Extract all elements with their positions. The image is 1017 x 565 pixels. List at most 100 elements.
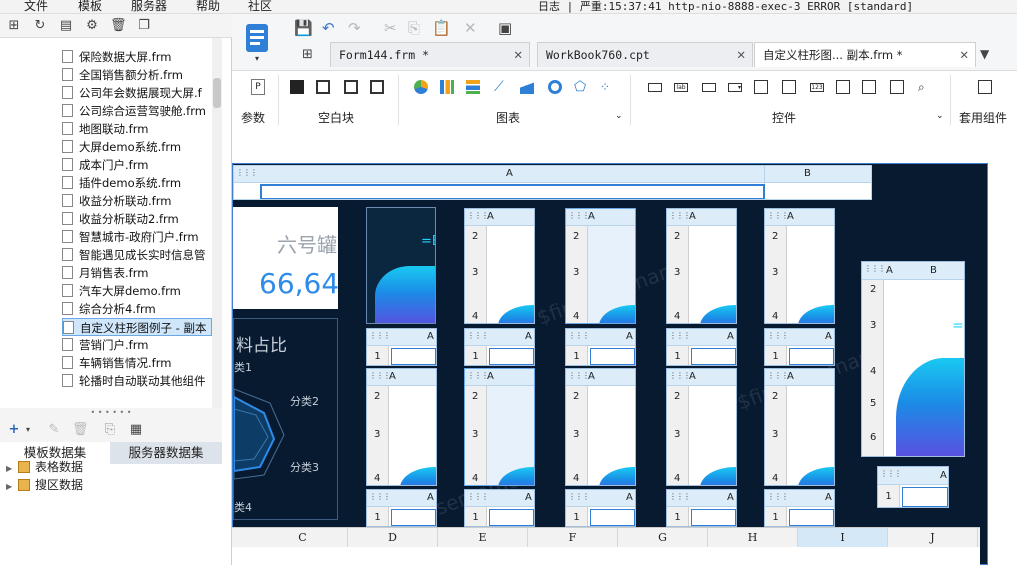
horizontal-bar-icon[interactable] bbox=[466, 80, 480, 94]
tree-item[interactable]: 地图联动.frm bbox=[62, 120, 148, 138]
log-label[interactable]: 日志 bbox=[538, 0, 560, 13]
date-widget-icon[interactable] bbox=[782, 80, 796, 94]
radar-chart-widget[interactable]: 料占比 类1 分类2 分类3 类4 bbox=[233, 318, 338, 520]
gauge-chart-icon[interactable] bbox=[548, 80, 562, 94]
file-tab-active[interactable]: 自定义柱形图... 副本.frm * ✕ bbox=[754, 42, 976, 67]
drag-handle[interactable]: ⋮⋮⋮ bbox=[568, 211, 590, 220]
copy-toolbar-icon[interactable]: ⎘ bbox=[408, 19, 420, 37]
number-widget-icon[interactable]: 123 bbox=[810, 83, 824, 92]
drag-handle[interactable]: ⋮⋮⋮ bbox=[669, 331, 691, 340]
drag-handle[interactable]: ⋮⋮⋮ bbox=[236, 168, 258, 177]
mini-report-widget[interactable]: ⋮⋮⋮ A2 3 4 bbox=[666, 368, 737, 486]
scrollbar-thumb[interactable] bbox=[213, 78, 221, 108]
tree-item[interactable]: 收益分析联动2.frm bbox=[62, 210, 179, 228]
close-icon[interactable]: ✕ bbox=[513, 43, 523, 68]
column-header[interactable]: I bbox=[798, 528, 888, 548]
tree-item[interactable]: 保险数据大屏.frm bbox=[62, 48, 171, 66]
menu-template[interactable]: 模板 bbox=[78, 0, 102, 14]
drag-handle[interactable]: ⋮⋮⋮ bbox=[369, 331, 391, 340]
tree-item[interactable]: 自定义柱形图例子 - 副本 bbox=[62, 318, 212, 336]
drag-handle[interactable]: ⋮⋮⋮ bbox=[767, 492, 789, 501]
tree-item[interactable]: 汽车大屏demo.frm bbox=[62, 282, 181, 300]
tab-block-icon[interactable] bbox=[344, 80, 358, 94]
panel-splitter[interactable]: • • • • • • bbox=[0, 408, 222, 418]
mini-report-widget[interactable]: ⋮⋮⋮ A2 3 4 bbox=[366, 368, 437, 486]
grid-block-icon[interactable] bbox=[370, 80, 384, 94]
drag-handle[interactable]: ⋮⋮⋮ bbox=[767, 371, 789, 380]
menu-help[interactable]: 帮助 bbox=[196, 0, 220, 14]
label-widget-icon[interactable]: lab bbox=[674, 83, 688, 92]
refresh-icon[interactable]: ↻ bbox=[32, 18, 48, 34]
drag-handle[interactable]: ⋮⋮⋮ bbox=[864, 264, 886, 273]
selected-cell[interactable] bbox=[260, 184, 765, 199]
tab-list-icon[interactable]: ▼ bbox=[980, 47, 989, 61]
control-more-icon[interactable]: ⌄ bbox=[936, 111, 944, 121]
menu-server[interactable]: 服务器 bbox=[131, 0, 167, 14]
file-tab[interactable]: WorkBook760.cpt ✕ bbox=[537, 42, 753, 67]
drag-handle[interactable]: ⋮⋮⋮ bbox=[669, 371, 691, 380]
tree-item[interactable]: 智能遇见成长实时信息管 bbox=[62, 246, 206, 264]
text-widget-icon[interactable] bbox=[702, 83, 716, 92]
mini-report-widget[interactable]: ⋮⋮⋮ A2 3 4 bbox=[464, 208, 535, 324]
selected-cell[interactable] bbox=[590, 348, 635, 365]
mini-report-widget[interactable]: ⋮⋮⋮ A 1 bbox=[764, 489, 835, 527]
tree-item[interactable]: 公司年会数据展现大屏.f bbox=[62, 84, 202, 102]
clear-icon[interactable]: ✕ bbox=[464, 19, 477, 37]
redo-icon[interactable]: ↷ bbox=[348, 19, 361, 37]
paste-icon[interactable]: 📋 bbox=[432, 19, 451, 37]
drag-handle[interactable]: ⋮⋮⋮ bbox=[669, 492, 691, 501]
tree-item[interactable]: 全国销售额分析.frm bbox=[62, 66, 183, 84]
remove-dataset-icon[interactable]: 🗑 bbox=[72, 422, 89, 438]
small-report-widget[interactable]: ⋮⋮⋮ A 1 bbox=[877, 466, 949, 508]
selected-cell[interactable] bbox=[691, 348, 736, 365]
drag-handle[interactable]: ⋮⋮⋮ bbox=[467, 371, 489, 380]
tank-tile[interactable]: 六号罐 66,64 bbox=[233, 207, 338, 309]
expand-icon[interactable]: ▶ bbox=[6, 478, 18, 496]
top-report-widget[interactable]: ⋮⋮⋮ A B bbox=[233, 165, 872, 200]
tree-item[interactable]: 收益分析联动.frm bbox=[62, 192, 171, 210]
selected-cell[interactable] bbox=[789, 509, 834, 526]
absolute-block-icon[interactable] bbox=[290, 80, 304, 94]
dataset-item[interactable]: ▶ 表格数据 bbox=[6, 458, 83, 476]
settings-icon[interactable]: ⚙ bbox=[84, 18, 100, 34]
column-header[interactable]: H bbox=[708, 528, 798, 548]
cut-icon[interactable]: ✂ bbox=[384, 19, 397, 37]
mini-report-widget[interactable]: ⋮⋮⋮ A2 3 4 bbox=[565, 208, 636, 324]
preview-toolbar-icon[interactable]: ▣ bbox=[498, 19, 512, 37]
list-widget-icon[interactable] bbox=[754, 80, 768, 94]
tree-item[interactable]: 车辆销售情况.frm bbox=[62, 354, 171, 372]
tree-widget-icon[interactable] bbox=[862, 80, 876, 94]
mini-report-widget[interactable]: ⋮⋮⋮ A2 3 4 bbox=[666, 208, 737, 324]
tree-item[interactable]: 成本门户.frm bbox=[62, 156, 148, 174]
scatter-chart-icon[interactable]: ⁘ bbox=[600, 80, 614, 94]
selected-cell[interactable] bbox=[489, 348, 534, 365]
right-report-widget[interactable]: ⋮⋮⋮ A B 2 3 4 5 6 = bbox=[861, 261, 965, 457]
dataset-settings-icon[interactable]: ▦ bbox=[128, 422, 144, 438]
selected-cell[interactable] bbox=[590, 509, 635, 526]
mini-report-widget[interactable]: ⋮⋮⋮ A 1 bbox=[464, 489, 535, 527]
mini-report-widget[interactable]: ⋮⋮⋮ A2 3 4 bbox=[764, 208, 835, 324]
tree-scrollbar[interactable] bbox=[212, 38, 222, 408]
dropdown-widget-icon[interactable]: ▾ bbox=[728, 83, 742, 92]
mini-report-widget[interactable]: ⋮⋮⋮ A2 3 4 bbox=[764, 368, 835, 486]
drag-handle[interactable]: ⋮⋮⋮ bbox=[767, 331, 789, 340]
selected-cell[interactable] bbox=[789, 348, 834, 365]
close-icon[interactable]: ✕ bbox=[736, 43, 746, 68]
copy-icon[interactable]: ❐ bbox=[136, 18, 152, 34]
drag-handle[interactable]: ⋮⋮⋮ bbox=[369, 371, 391, 380]
menu-community[interactable]: 社区 bbox=[248, 0, 272, 14]
tree-item[interactable]: 大屏demo系统.frm bbox=[62, 138, 181, 156]
save-icon[interactable]: 💾 bbox=[294, 19, 313, 37]
area-chart-icon[interactable] bbox=[520, 80, 534, 94]
parameter-icon[interactable]: P bbox=[251, 79, 265, 95]
column-header[interactable]: J bbox=[888, 528, 978, 548]
component-kit-icon[interactable] bbox=[978, 80, 992, 94]
cylinder-chart-widget[interactable]: =B bbox=[366, 207, 436, 324]
line-chart-icon[interactable]: ⟋ bbox=[494, 80, 508, 94]
edit-icon[interactable]: ✎ bbox=[46, 422, 62, 438]
drag-handle[interactable]: ⋮⋮⋮ bbox=[669, 211, 691, 220]
mini-report-widget[interactable]: ⋮⋮⋮ A2 3 4 bbox=[464, 368, 535, 486]
tree-item[interactable]: 公司综合运营驾驶舱.frm bbox=[62, 102, 206, 120]
tree-item[interactable]: 营销门户.frm bbox=[62, 336, 148, 354]
mini-report-widget[interactable]: ⋮⋮⋮ A 1 bbox=[366, 328, 437, 366]
